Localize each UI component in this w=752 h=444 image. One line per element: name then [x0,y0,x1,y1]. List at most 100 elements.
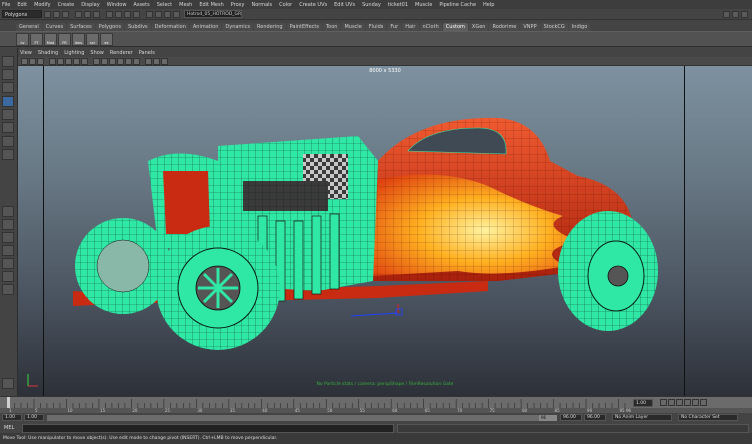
menu-item[interactable]: Select [157,2,172,8]
manipulator-icon[interactable] [2,136,14,147]
last-tool-icon[interactable] [2,149,14,160]
layout-custom-icon[interactable] [2,271,14,282]
paint-select-icon[interactable] [2,82,14,93]
shelf-button[interactable]: FR [58,32,71,46]
menu-item[interactable]: Edit UVs [334,2,355,8]
playback-end-field[interactable]: 96.00 [560,414,582,421]
layout-four-icon[interactable] [2,219,14,230]
shelf-button[interactable]: FT [30,32,43,46]
scene-name-field[interactable]: Hotrod_05_HOTROD_GRP [184,10,242,18]
shelf-button[interactable]: cv [16,32,29,46]
shelf-tab[interactable]: nCloth [419,23,442,31]
panel-menu-item[interactable]: Show [90,50,104,56]
snap-grid-icon[interactable] [106,10,113,18]
anim-layer-dropdown[interactable]: No Anim Layer [612,414,672,421]
shelf-tab[interactable]: Rodorime [489,23,520,31]
shelf-tab[interactable]: PaintEffects [286,23,322,31]
shelf-tab[interactable]: Curves [42,23,67,31]
smooth-shade-icon[interactable] [101,57,108,65]
shadows-icon[interactable] [133,57,140,65]
shelf-tab[interactable]: General [16,23,42,31]
select-component-icon[interactable] [93,10,100,18]
bookmark-icon[interactable] [29,57,36,65]
range-slider[interactable]: 96 [47,414,557,421]
shelf-tab[interactable]: Animation [189,23,222,31]
menu-item[interactable]: Mesh [179,2,192,8]
new-scene-icon[interactable] [44,10,51,18]
menu-item[interactable]: Display [81,2,99,8]
layout-hypershade-icon[interactable] [2,258,14,269]
menu-item[interactable]: Create UVs [299,2,327,8]
tool-settings-icon[interactable] [732,10,739,18]
rotate-tool-icon[interactable] [2,109,14,120]
range-end-handle[interactable]: 96 [539,414,557,421]
snap-point-icon[interactable] [124,10,131,18]
snap-surface-icon[interactable] [133,10,140,18]
step-forward-icon[interactable] [692,399,699,406]
shelf-tab[interactable]: Polygons [95,23,124,31]
shelf-button[interactable]: lens [72,32,85,46]
menu-item[interactable]: Edit Mesh [199,2,223,8]
move-tool-icon[interactable] [2,96,14,107]
panel-menu-item[interactable]: View [20,50,32,56]
shelf-button[interactable]: scr [86,32,99,46]
go-end-icon[interactable] [700,399,707,406]
panel-menu-item[interactable]: Renderer [110,50,133,56]
shelf-tab[interactable]: Toon [322,23,341,31]
range-start-field[interactable]: 1.00 [2,414,22,421]
wireframe-icon[interactable] [93,57,100,65]
menu-item[interactable]: Pipeline Cache [439,2,476,8]
wireframe-on-shaded-icon[interactable] [109,57,116,65]
shelf-button[interactable]: Mod [44,32,57,46]
shelf-tab[interactable]: Indigo [568,23,591,31]
hotrod-model[interactable] [18,66,752,396]
shelf-tab[interactable]: Fluids [365,23,387,31]
menu-item[interactable]: Create [58,2,75,8]
perspective-viewport[interactable]: 8000 x 5330 No Particle stats / camera: … [18,66,752,396]
channel-box-icon[interactable] [741,10,748,18]
resolution-gate-icon[interactable] [65,57,72,65]
command-input[interactable] [22,423,394,433]
panel-menu-item[interactable]: Shading [38,50,58,56]
shelf-tab[interactable]: XGen [468,23,489,31]
lasso-tool-icon[interactable] [2,69,14,80]
safe-action-icon[interactable] [81,57,88,65]
xray-icon[interactable] [153,57,160,65]
menu-set-dropdown[interactable]: Polygons [2,10,42,18]
go-start-icon[interactable] [660,399,667,406]
attribute-editor-icon[interactable] [723,10,730,18]
isolate-select-icon[interactable] [145,57,152,65]
layout-persp-outliner-icon[interactable] [2,232,14,243]
menu-item[interactable]: Proxy [231,2,245,8]
lights-icon[interactable] [125,57,132,65]
shelf-tab[interactable]: Subdivs [125,23,151,31]
current-frame-field[interactable]: 1.00 [633,399,653,407]
menu-item[interactable]: Help [483,2,494,8]
film-gate-icon[interactable] [57,57,64,65]
textured-icon[interactable] [117,57,124,65]
shelf-tab[interactable]: Rendering [254,23,286,31]
shelf-tab[interactable]: Dynamics [222,23,254,31]
shelf-tab[interactable]: Deformation [151,23,189,31]
render-settings-icon[interactable] [173,10,180,18]
shelf-tab[interactable]: Surfaces [67,23,95,31]
layout-outliner-icon[interactable] [2,284,14,295]
render-icon[interactable] [155,10,162,18]
panel-menu-item[interactable]: Lighting [64,50,84,56]
range-end-field[interactable]: 96.00 [584,414,606,421]
shelf-tab[interactable]: VNPP [520,23,540,31]
ipr-render-icon[interactable] [164,10,171,18]
select-hierarchy-icon[interactable] [75,10,82,18]
camera-attributes-icon[interactable] [21,57,28,65]
menu-item[interactable]: Assets [133,2,149,8]
image-plane-icon[interactable] [37,57,44,65]
shelf-tab[interactable]: Hair [402,23,419,31]
shelf-tab[interactable]: StockCG [540,23,568,31]
xray-joints-icon[interactable] [161,57,168,65]
menu-item[interactable]: Modify [34,2,51,8]
select-tool-icon[interactable] [2,56,14,67]
play-forward-icon[interactable] [684,399,691,406]
shelf-tab[interactable]: Fur [387,23,402,31]
play-back-icon[interactable] [676,399,683,406]
character-set-dropdown[interactable]: No Character Set [678,414,738,421]
